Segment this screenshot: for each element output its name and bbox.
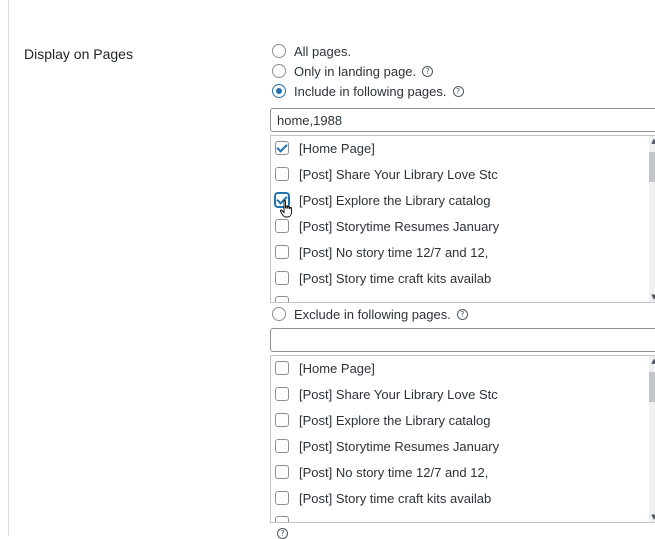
list-item-label: [Post] No story time 12/7 and 12, <box>299 244 489 260</box>
include-pages-list[interactable]: [Home Page] [Post] Share Your Library Lo… <box>270 135 655 303</box>
list-item[interactable]: [Post] Explore the Library catalog <box>275 191 491 209</box>
list-item[interactable]: [Post] No story time 12/7 and 12, <box>275 243 488 261</box>
list-item[interactable]: [Post] Explore the Library catalog <box>275 411 491 429</box>
list-item[interactable]: [Post] Share Your Library Love Stc <box>275 385 498 403</box>
checkbox[interactable] <box>275 219 289 233</box>
list-item-label: [Home Page] <box>299 140 375 156</box>
radio-include-following-label: Include in following pages. <box>294 83 447 99</box>
checkbox[interactable] <box>275 516 289 522</box>
list-item[interactable]: [Post] No story time 12/7 and 12, <box>275 463 488 481</box>
help-icon[interactable]: ? <box>452 85 464 97</box>
scroll-up-icon[interactable]: ▲ <box>650 357 655 365</box>
checkbox[interactable] <box>275 167 289 181</box>
list-item-label: [Post] Share Your Library Love Stc <box>299 386 498 402</box>
scrollbar[interactable]: ▲ ▼ <box>649 356 655 522</box>
checkbox[interactable] <box>275 271 289 285</box>
hand-cursor-icon <box>280 200 292 218</box>
display-on-pages-label: Display on Pages <box>24 46 133 62</box>
help-icon[interactable]: ? <box>277 528 288 539</box>
radio-all-pages-label: All pages. <box>294 43 352 59</box>
list-item[interactable]: [Post] Story time craft kits availab <box>275 489 491 507</box>
radio-only-landing-label: Only in landing page. <box>294 63 417 79</box>
radio-button[interactable] <box>272 307 286 321</box>
help-icon[interactable]: ? <box>422 65 434 77</box>
section-divider <box>8 0 9 536</box>
list-item-partial[interactable] <box>275 514 299 522</box>
scroll-down-icon[interactable]: ▼ <box>650 293 655 301</box>
list-item-label: [Post] No story time 12/7 and 12, <box>299 464 489 480</box>
radio-button-selected[interactable] <box>272 84 286 98</box>
radio-all-pages[interactable]: All pages. <box>272 42 351 60</box>
list-item-label: [Post] Storytime Resumes January <box>299 218 500 234</box>
checkbox[interactable] <box>275 141 289 155</box>
radio-exclude-following-label: Exclude in following pages. <box>294 306 451 322</box>
list-item-label: [Post] Share Your Library Love Stc <box>299 166 498 182</box>
checkbox[interactable] <box>275 491 289 505</box>
help-icon[interactable]: ? <box>456 308 468 320</box>
list-item[interactable]: [Post] Storytime Resumes January <box>275 437 499 455</box>
checkbox[interactable] <box>275 413 289 427</box>
exclude-pages-list[interactable]: [Home Page] [Post] Share Your Library Lo… <box>270 355 655 523</box>
exclude-pages-input[interactable] <box>270 328 655 352</box>
checkbox[interactable] <box>275 387 289 401</box>
checkbox[interactable] <box>275 465 289 479</box>
list-item-partial[interactable] <box>275 294 299 302</box>
checkbox[interactable] <box>275 361 289 375</box>
list-item[interactable]: [Home Page] <box>275 359 375 377</box>
list-item[interactable]: [Home Page] <box>275 139 375 157</box>
radio-exclude-following[interactable]: Exclude in following pages. ? <box>272 305 468 323</box>
list-item[interactable]: [Post] Share Your Library Love Stc <box>275 165 498 183</box>
checkbox[interactable] <box>275 439 289 453</box>
list-item-label: [Post] Explore the Library catalog <box>299 412 491 428</box>
checkbox[interactable] <box>275 296 289 302</box>
scrollbar-thumb[interactable] <box>649 152 655 182</box>
radio-include-following[interactable]: Include in following pages. ? <box>272 82 464 100</box>
list-item[interactable]: [Post] Storytime Resumes January <box>275 217 499 235</box>
include-pages-input[interactable] <box>270 108 655 132</box>
list-item[interactable]: [Post] Story time craft kits availab <box>275 269 491 287</box>
radio-button[interactable] <box>272 64 286 78</box>
list-item-label: [Post] Explore the Library catalog <box>299 192 491 208</box>
scrollbar-thumb[interactable] <box>649 372 655 402</box>
list-item-label: [Post] Story time craft kits availab <box>299 270 492 286</box>
scroll-up-icon[interactable]: ▲ <box>650 137 655 145</box>
list-item-label: [Post] Story time craft kits availab <box>299 490 492 506</box>
scroll-down-icon[interactable]: ▼ <box>650 513 655 521</box>
checkbox[interactable] <box>275 245 289 259</box>
radio-only-landing[interactable]: Only in landing page. ? <box>272 62 434 80</box>
radio-button[interactable] <box>272 44 286 58</box>
list-item-label: [Post] Storytime Resumes January <box>299 438 500 454</box>
list-item-label: [Home Page] <box>299 360 375 376</box>
scrollbar[interactable]: ▲ ▼ <box>649 136 655 302</box>
